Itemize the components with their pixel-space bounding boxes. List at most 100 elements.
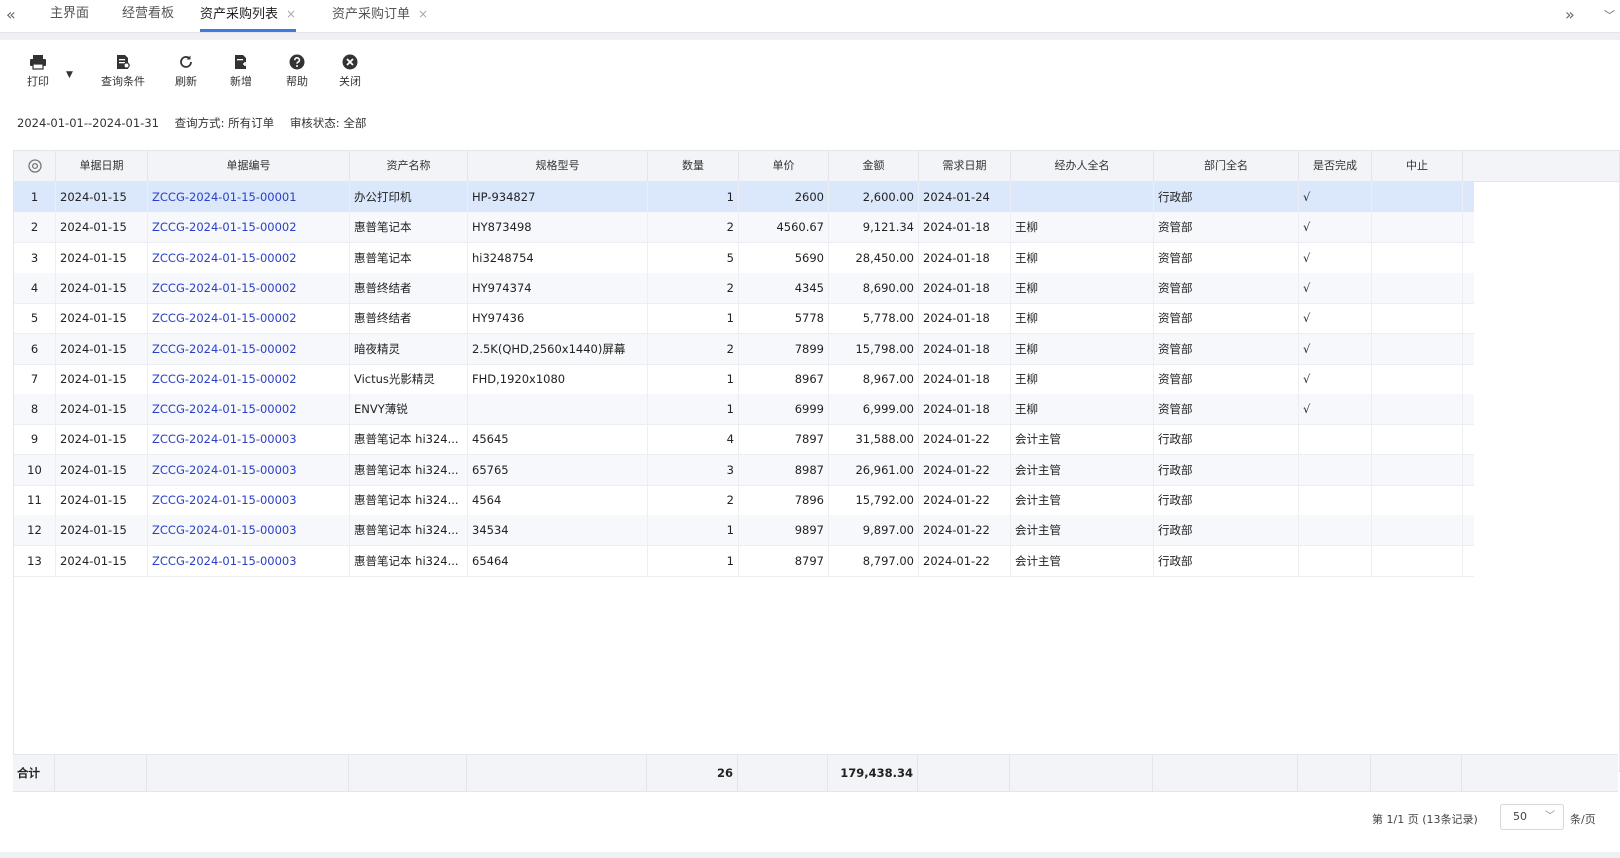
column-settings-button[interactable]	[14, 151, 56, 181]
table-row[interactable]: 6 2024-01-15 ZCCG-2024-01-15-00002 暗夜精灵 2.5K…	[14, 333, 1474, 365]
asset-name-cell: 惠普笔记本	[350, 242, 468, 273]
department-cell: 行政部	[1154, 485, 1299, 515]
table-row[interactable]: 12 2024-01-15 ZCCG-2024-01-15-00003 惠普笔记本 h…	[14, 515, 1474, 547]
column-header[interactable]: 金额	[829, 151, 919, 181]
document-code-link[interactable]: ZCCG-2024-01-15-00002	[148, 333, 350, 364]
tab-dashboard[interactable]: 经营看板	[122, 0, 174, 32]
asset-name-cell: 惠普笔记本 hi324...	[350, 545, 468, 576]
tab-close-icon[interactable]: ×	[418, 7, 428, 21]
column-header[interactable]: 单价	[739, 151, 829, 181]
column-header[interactable]: 中止	[1372, 151, 1463, 181]
terminated-cell	[1372, 272, 1463, 303]
unit-price-cell: 4345	[739, 272, 829, 303]
column-header[interactable]: 部门全名	[1154, 151, 1299, 181]
tab-scroll-left-button[interactable]: «	[6, 0, 16, 32]
document-code-link[interactable]: ZCCG-2024-01-15-00002	[148, 303, 350, 334]
unit-price-cell: 8967	[739, 363, 829, 394]
unit-price-cell: 6999	[739, 394, 829, 425]
amount-cell: 6,999.00	[829, 394, 919, 425]
column-header[interactable]: 数量	[648, 151, 739, 181]
help-icon	[289, 54, 305, 70]
date-cell: 2024-01-15	[56, 394, 148, 425]
document-code-link[interactable]: ZCCG-2024-01-15-00003	[148, 485, 350, 515]
page-size-select[interactable]: 50 ﹀	[1500, 804, 1564, 830]
asset-name-cell: 暗夜精灵	[350, 333, 468, 364]
asset-name-cell: 惠普笔记本 hi324...	[350, 515, 468, 546]
document-code-link[interactable]: ZCCG-2024-01-15-00003	[148, 454, 350, 485]
unit-price-cell: 8797	[739, 545, 829, 576]
column-header[interactable]: 单据日期	[56, 151, 148, 181]
print-dropdown-caret-icon[interactable]: ▼	[66, 70, 73, 80]
tab-scroll-right-button[interactable]: »	[1565, 0, 1575, 32]
column-header[interactable]: 资产名称	[350, 151, 468, 181]
spec-cell: 4564	[468, 485, 648, 515]
department-cell: 资管部	[1154, 333, 1299, 364]
table-row[interactable]: 10 2024-01-15 ZCCG-2024-01-15-00003 惠普笔记本 h…	[14, 454, 1474, 486]
refresh-button[interactable]: 刷新	[166, 54, 206, 89]
unit-price-cell: 7897	[739, 424, 829, 455]
table-row[interactable]: 4 2024-01-15 ZCCG-2024-01-15-00002 惠普终结者 HY9…	[14, 272, 1474, 304]
close-button[interactable]: 关闭	[330, 54, 370, 89]
document-code-link[interactable]: ZCCG-2024-01-15-00002	[148, 242, 350, 273]
tab-main[interactable]: 主界面	[50, 0, 89, 32]
table-row[interactable]: 13 2024-01-15 ZCCG-2024-01-15-00003 惠普笔记本 h…	[14, 545, 1474, 577]
table-row[interactable]: 11 2024-01-15 ZCCG-2024-01-15-00003 惠普笔记本 h…	[14, 485, 1474, 516]
tab-asset-purchase-order[interactable]: 资产采购订单 ×	[332, 0, 428, 32]
query-conditions-button[interactable]: 查询条件	[100, 54, 146, 89]
terminated-cell	[1372, 182, 1463, 212]
amount-cell: 8,690.00	[829, 272, 919, 303]
table-row[interactable]: 2 2024-01-15 ZCCG-2024-01-15-00002 惠普笔记本 HY8…	[14, 212, 1474, 244]
help-button[interactable]: 帮助	[277, 54, 317, 89]
column-header[interactable]: 单据编号	[148, 151, 350, 181]
table-row[interactable]: 3 2024-01-15 ZCCG-2024-01-15-00002 惠普笔记本 hi3…	[14, 242, 1474, 274]
unit-price-cell: 2600	[739, 182, 829, 212]
date-range-text: 2024-01-01--2024-01-31	[17, 116, 159, 130]
table-row[interactable]: 5 2024-01-15 ZCCG-2024-01-15-00002 惠普终结者 HY9…	[14, 303, 1474, 335]
tab-asset-purchase-list[interactable]: 资产采购列表 ×	[200, 0, 297, 32]
audit-status-text: 审核状态: 全部	[289, 116, 367, 130]
spec-cell: HY873498	[468, 212, 648, 243]
new-document-icon	[235, 55, 247, 69]
handler-cell: 会计主管	[1011, 454, 1154, 485]
terminated-cell	[1372, 363, 1463, 394]
column-header[interactable]: 经办人全名	[1011, 151, 1154, 181]
handler-cell: 王柳	[1011, 394, 1154, 425]
department-cell: 行政部	[1154, 182, 1299, 212]
date-cell: 2024-01-15	[56, 242, 148, 273]
table-row[interactable]: 8 2024-01-15 ZCCG-2024-01-15-00002 ENVY薄锐 1 6…	[14, 394, 1474, 426]
handler-cell: 王柳	[1011, 272, 1154, 303]
table-row[interactable]: 7 2024-01-15 ZCCG-2024-01-15-00002 Victus光影…	[14, 363, 1474, 395]
column-header[interactable]: 需求日期	[919, 151, 1011, 181]
add-button[interactable]: 新增	[221, 54, 261, 89]
query-mode-text: 查询方式: 所有订单	[174, 116, 275, 130]
quantity-cell: 1	[648, 303, 739, 334]
row-number-cell: 7	[14, 363, 56, 394]
asset-name-cell: 办公打印机	[350, 182, 468, 212]
document-code-link[interactable]: ZCCG-2024-01-15-00002	[148, 212, 350, 243]
amount-cell: 8,967.00	[829, 363, 919, 394]
document-code-link[interactable]: ZCCG-2024-01-15-00001	[148, 182, 350, 212]
column-header[interactable]: 规格型号	[468, 151, 648, 181]
department-cell: 资管部	[1154, 394, 1299, 425]
need-date-cell: 2024-01-18	[919, 394, 1011, 425]
document-code-link[interactable]: ZCCG-2024-01-15-00003	[148, 545, 350, 576]
document-code-link[interactable]: ZCCG-2024-01-15-00002	[148, 394, 350, 425]
unit-price-cell: 9897	[739, 515, 829, 546]
table-row[interactable]: 9 2024-01-15 ZCCG-2024-01-15-00003 惠普笔记本 hi…	[14, 424, 1474, 456]
document-code-link[interactable]: ZCCG-2024-01-15-00003	[148, 515, 350, 546]
document-code-link[interactable]: ZCCG-2024-01-15-00002	[148, 272, 350, 303]
document-code-link[interactable]: ZCCG-2024-01-15-00003	[148, 424, 350, 455]
spec-cell: 2.5K(QHD,2560x1440)屏幕	[468, 333, 648, 364]
print-button[interactable]: 打印	[18, 54, 58, 89]
amount-cell: 26,961.00	[829, 454, 919, 485]
tab-more-chevron-icon[interactable]: ﹀	[1604, 0, 1615, 32]
completed-cell: √	[1299, 212, 1372, 243]
query-label: 查询条件	[101, 75, 145, 88]
column-header[interactable]: 是否完成	[1299, 151, 1372, 181]
document-code-link[interactable]: ZCCG-2024-01-15-00002	[148, 363, 350, 394]
amount-cell: 5,778.00	[829, 303, 919, 334]
table-row[interactable]: 1 2024-01-15 ZCCG-2024-01-15-00001 办公打印机 HP-…	[14, 182, 1474, 213]
summary-cell	[1371, 755, 1462, 791]
tab-close-icon[interactable]: ×	[286, 7, 296, 21]
terminated-cell	[1372, 242, 1463, 273]
